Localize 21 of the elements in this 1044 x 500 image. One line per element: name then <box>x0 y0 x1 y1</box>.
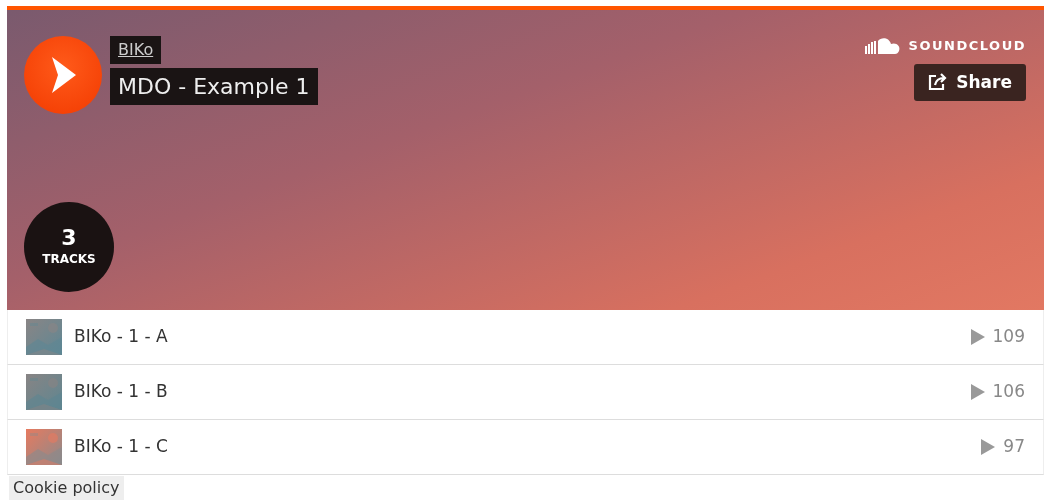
play-count-icon <box>970 384 985 400</box>
brand-name: SOUNDCLOUD <box>908 37 1026 55</box>
share-icon <box>928 73 949 92</box>
track-row[interactable]: BIKo - 1 - C 97 <box>7 420 1044 475</box>
share-button[interactable]: Share <box>914 63 1026 101</box>
play-count-icon <box>981 439 996 455</box>
track-title: BIKo - 1 - A <box>74 325 169 349</box>
cloud-logo-icon <box>864 36 901 55</box>
artist-link[interactable]: BIKo <box>110 36 162 64</box>
play-count: 106 <box>992 380 1025 404</box>
track-title: BIKo - 1 - B <box>74 380 169 404</box>
playlist-title: MDO - Example 1 <box>110 68 318 105</box>
track-count-label: TRACKS <box>42 251 96 269</box>
track-row[interactable]: BIKo - 1 - A 109 <box>7 310 1044 365</box>
cookie-policy-link[interactable]: Cookie policy <box>9 476 124 500</box>
track-count: 3 <box>61 225 77 251</box>
play-count-icon <box>970 329 985 345</box>
play-count: 97 <box>1003 435 1025 459</box>
track-row[interactable]: BIKo - 1 - B 106 <box>7 365 1044 420</box>
track-title: BIKo - 1 - C <box>74 435 169 459</box>
play-count: 109 <box>992 325 1025 349</box>
